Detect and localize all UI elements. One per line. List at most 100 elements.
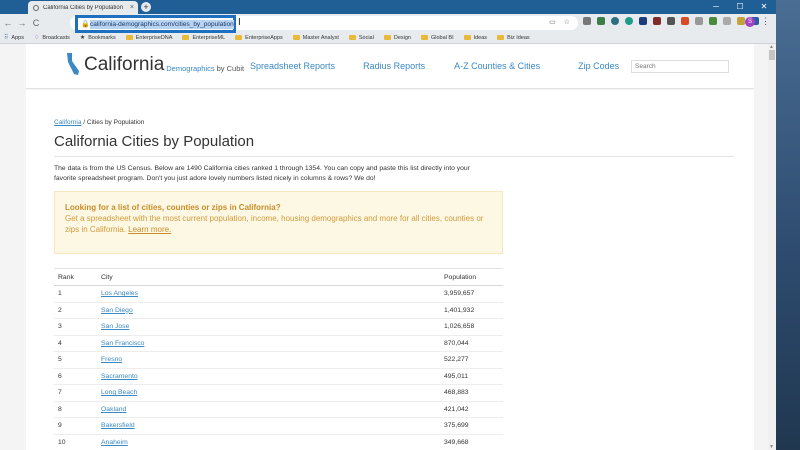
population-cell: 495,011 [440, 368, 503, 385]
rank-cell: 5 [54, 351, 97, 369]
city-link[interactable]: Fresno [101, 356, 122, 363]
bookmark-folder[interactable]: EnterpriseML [182, 35, 225, 41]
forward-button[interactable]: → [16, 18, 28, 28]
table-header-row: Rank City Population [54, 268, 503, 286]
profile-avatar[interactable]: S [745, 17, 755, 27]
city-link[interactable]: San Francisco [101, 340, 144, 347]
table-row: 9 Bakersfield 375,699 [54, 417, 503, 435]
new-tab-button[interactable]: + [141, 2, 151, 12]
logo-name: California [84, 54, 165, 75]
site-nav: Spreadsheet Reports Radius Reports A-Z C… [250, 61, 619, 71]
city-link[interactable]: Oakland [101, 406, 126, 413]
globe-icon [33, 4, 39, 11]
reload-button[interactable]: C [30, 18, 42, 28]
search-input[interactable] [631, 60, 729, 73]
bookmark-folder[interactable]: Social [348, 35, 374, 41]
nav-spreadsheet-reports[interactable]: Spreadsheet Reports [250, 61, 335, 71]
bookmark-folder[interactable]: EnterpriseDNA [125, 35, 172, 41]
city-cell: San Diego [97, 302, 440, 319]
extension-icon[interactable] [597, 17, 605, 25]
extension-icon[interactable] [695, 17, 703, 25]
cast-icon[interactable]: ▭ [549, 18, 556, 26]
extension-icon[interactable] [681, 17, 689, 25]
dropper-icon: ♢ [33, 35, 40, 41]
table-row: 4 San Francisco 870,044 [54, 335, 503, 352]
bookmark-folder[interactable]: EnterpriseApps [235, 35, 283, 41]
city-link[interactable]: San Diego [101, 307, 133, 314]
extension-icon[interactable] [611, 17, 619, 25]
rank-cell: 9 [54, 417, 97, 435]
site-header: California Demographics by Cubit Spreads… [26, 44, 754, 89]
apps-grid-icon: ⠿ [4, 35, 9, 41]
city-cell: Long Beach [97, 384, 440, 402]
bookmark-folder[interactable]: Ideas [463, 35, 487, 41]
population-cell: 1,026,658 [440, 318, 503, 336]
city-link[interactable]: San Jose [101, 323, 129, 330]
callout-body: Get a spreadsheet with the most current … [65, 214, 484, 234]
nav-zip-codes[interactable]: Zip Codes [578, 61, 619, 71]
city-link[interactable]: Sacramento [101, 373, 138, 380]
city-cell: San Francisco [97, 335, 440, 352]
bookmarks-bar: ⠿ Apps ♢ Broadcasts ★ Bookmarks EnterpriseD… [0, 32, 776, 44]
folder-icon [348, 35, 356, 40]
bookmark-broadcasts[interactable]: ♢ Broadcasts [33, 34, 70, 42]
bookmark-folder[interactable]: Design [383, 35, 411, 41]
minimize-button[interactable]: ─ [704, 0, 728, 14]
site-logo[interactable]: California Demographics by Cubit [66, 52, 244, 76]
rank-cell: 1 [54, 285, 97, 303]
rank-cell: 6 [54, 368, 97, 385]
city-cell: Fresno [97, 351, 440, 369]
breadcrumb-california-link[interactable]: California [54, 119, 81, 126]
extension-icon[interactable] [639, 17, 647, 25]
intro-paragraph: The data is from the US Census. Below ar… [54, 165, 470, 182]
rank-cell: 8 [54, 401, 97, 418]
bookmark-folder[interactable]: Biz Ideas [497, 35, 530, 41]
address-bar[interactable]: 🔒 california-demographics.com/cities_by_… [70, 15, 578, 33]
nav-az-counties-cities[interactable]: A-Z Counties & Cities [454, 61, 540, 71]
scrollbar-thumb[interactable] [769, 50, 775, 60]
close-window-button[interactable]: ✕ [752, 0, 776, 14]
extension-icon[interactable] [737, 17, 745, 25]
extension-icon[interactable] [723, 17, 731, 25]
page-title: California Cities by Population [54, 133, 255, 150]
maximize-button[interactable]: ☐ [728, 0, 752, 14]
page-viewport: California Demographics by Cubit Spreads… [0, 44, 776, 450]
bookmark-bookmarks[interactable]: ★ Bookmarks [80, 34, 116, 42]
menu-dots-icon[interactable]: ⋮ [761, 16, 770, 27]
city-cell: Los Angeles [97, 285, 440, 303]
tab-close-icon[interactable]: × [130, 4, 134, 11]
population-cell: 870,044 [440, 335, 503, 352]
scroll-down-icon[interactable]: ▼ [769, 444, 774, 450]
back-button[interactable]: ← [2, 18, 14, 28]
bookmark-folder[interactable]: Master Analyst [292, 35, 339, 41]
nav-radius-reports[interactable]: Radius Reports [363, 61, 425, 71]
extension-icon[interactable] [625, 17, 633, 25]
learn-more-link[interactable]: Learn more. [128, 225, 171, 234]
extension-icon[interactable] [583, 17, 591, 25]
url-text[interactable]: california-demographics.com/cities_by_po… [90, 19, 234, 29]
table-row: 5 Fresno 522,277 [54, 351, 503, 369]
folder-icon [235, 35, 243, 40]
rank-cell: 10 [54, 434, 97, 450]
city-link[interactable]: Los Angeles [101, 290, 138, 297]
header-rank: Rank [54, 268, 97, 286]
extension-icon[interactable] [667, 17, 675, 25]
city-link[interactable]: Bakersfield [101, 422, 135, 429]
extension-icon[interactable] [709, 17, 717, 25]
population-cell: 3,959,657 [440, 285, 503, 303]
desktop-background [776, 0, 800, 450]
city-link[interactable]: Long Beach [101, 389, 137, 396]
bookmark-star-icon[interactable]: ☆ [564, 18, 570, 26]
bookmark-folder[interactable]: Global BI [420, 35, 454, 41]
rank-cell: 7 [54, 384, 97, 402]
text-cursor-icon: I [238, 17, 241, 28]
tab-california-cities[interactable]: California Cities by Population × [28, 1, 138, 14]
folder-icon [292, 35, 300, 40]
header-population: Population [440, 268, 503, 286]
city-link[interactable]: Anaheim [101, 439, 128, 446]
bookmark-apps[interactable]: ⠿ Apps [4, 34, 24, 42]
extension-icon[interactable] [653, 17, 661, 25]
vertical-scrollbar[interactable]: ▲ ▼ [768, 44, 776, 450]
folder-icon [383, 35, 391, 40]
population-cell: 421,042 [440, 401, 503, 418]
